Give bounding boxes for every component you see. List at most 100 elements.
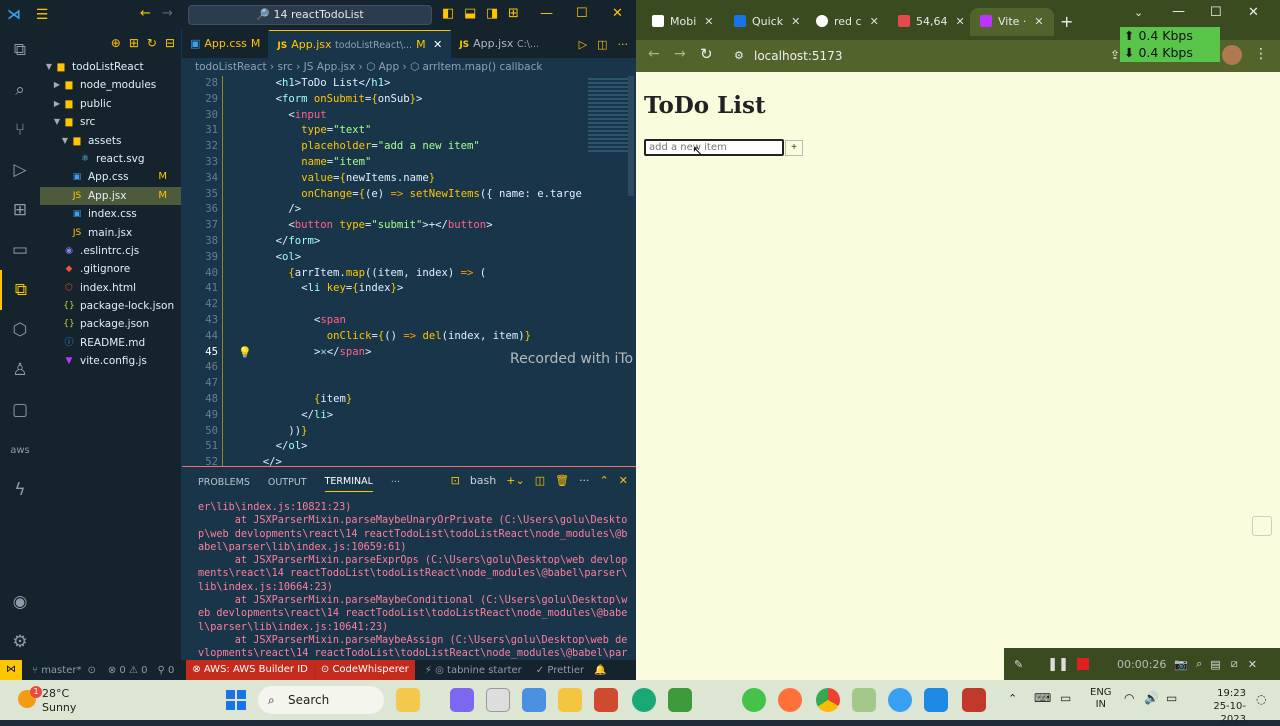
aws-icon[interactable]: aws [0,430,40,470]
add-item-button[interactable]: + [785,140,803,156]
file-explorer-taskbar-icon[interactable] [486,688,510,712]
zoom-icon[interactable]: ⌕ [1196,657,1202,671]
tab-problems[interactable]: PROBLEMS [198,477,250,488]
run-debug-icon[interactable]: ▷ [0,150,40,190]
code-line[interactable]: <li key={index}> [301,282,403,294]
split-editor-icon[interactable]: ◫ [597,38,607,51]
tree-item[interactable]: ◆ .gitignore [40,260,181,278]
recorder-taskbar-icon[interactable] [962,688,986,712]
wifi-icon[interactable]: ◠ [1124,691,1134,705]
widgets-icon[interactable] [396,688,420,712]
active-extension-icon[interactable]: ⧉ [0,270,40,310]
todo-input[interactable] [644,139,784,156]
code-line[interactable]: <span [314,314,346,326]
copilot-icon[interactable] [522,688,546,712]
code-line[interactable]: {item} [314,393,352,405]
tab-search-icon[interactable]: ⌄ [1134,6,1143,19]
tree-item[interactable]: ▼ ▆ src [40,113,181,131]
browser-tab[interactable]: 54,64 ✕ [888,8,968,36]
back-icon[interactable]: ← [648,46,660,62]
branch-status[interactable]: ⑂ master* [32,665,81,676]
code-line[interactable]: <form onSubmit={onSub}> [276,93,423,105]
account-icon[interactable]: ◉ [0,582,40,622]
weather-widget[interactable]: 1 28°C Sunny [14,686,124,716]
code-line[interactable]: value={newItems.name} [301,172,435,184]
problems-status[interactable]: ⊗ 0 ⚠ 0 [108,665,148,676]
forward-icon[interactable]: → [162,6,173,21]
tree-item[interactable]: ▣ index.css [40,205,181,223]
panel-more-icon[interactable]: ··· [391,477,400,488]
maximize-icon[interactable]: ☐ [1210,5,1222,20]
pen-icon[interactable]: ✎ [1014,658,1023,671]
tab-close-icon[interactable]: ✕ [791,15,800,28]
collapse-icon[interactable]: ⊟ [165,36,175,58]
forward-icon[interactable]: → [674,46,686,62]
profile-avatar[interactable] [1222,45,1242,65]
code-line[interactable]: <ol> [276,251,302,263]
browser-tab-active[interactable]: Vite · ✕ [970,8,1054,36]
toggle-panel-icon[interactable]: ⬓ [464,6,476,21]
close-icon[interactable]: ✕ [1248,5,1259,20]
tree-item[interactable]: JS App.jsx M [40,186,181,206]
tab-app-css[interactable]: ▣ App.css M [182,30,270,58]
stop-icon[interactable] [1077,658,1090,670]
tree-root[interactable]: ▼ ▆ todoListReact [40,58,181,76]
notepad-icon[interactable] [852,688,876,712]
taskbar-search[interactable]: ⌕ Search [258,686,384,714]
minimize-icon[interactable]: — [540,6,553,21]
run-icon[interactable]: ▷ [579,38,587,51]
caption-icon[interactable]: ▤ [1210,658,1220,671]
code-line[interactable]: onChange={(e) => setNewItems({ name: e.t… [301,188,582,200]
tree-item[interactable]: JS main.jsx [40,224,181,242]
code-line[interactable]: name="item" [301,156,371,168]
menu-icon[interactable]: ☰ [28,7,56,23]
chrome-dev-icon[interactable] [888,688,912,712]
remote-explorer-icon[interactable]: ▭ [0,230,40,270]
new-folder-icon[interactable]: ⊞ [129,36,139,58]
tree-item[interactable]: ▶ ▆ node_modules [40,76,181,94]
office-icon[interactable] [594,688,618,712]
new-file-icon[interactable]: ⊕ [111,36,121,58]
chat-icon[interactable]: ▢ [0,390,40,430]
tree-item[interactable]: ⓘ README.md [40,334,181,352]
refresh-icon[interactable]: ↻ [147,36,157,58]
source-control-icon[interactable]: ⑂ [0,110,40,150]
browser-tab[interactable]: Quick ✕ [724,8,804,36]
extensions-icon[interactable]: ⊞ [0,190,40,230]
ports-status[interactable]: ⚲ 0 [157,665,174,676]
trash-icon[interactable]: 🗑 [555,474,569,487]
start-icon[interactable] [226,690,246,710]
tab-app-jsx-other[interactable]: JS App.jsx C:\... [451,30,548,58]
language-indicator[interactable]: ENG IN [1090,687,1112,711]
tree-item[interactable]: {} package.json [40,315,181,333]
code-line[interactable]: placeholder="add a new item" [301,140,480,152]
split-terminal-icon[interactable]: ◫ [535,474,545,487]
edge-icon[interactable] [632,688,656,712]
code-line[interactable]: </li> [301,409,333,421]
lightning-icon[interactable]: ϟ [0,470,40,510]
browser-tab[interactable]: red c ✕ [806,8,886,36]
tab-app-jsx-active[interactable]: JS App.jsx todoListReact\... M ✕ [269,30,452,58]
codewhisperer-status[interactable]: ⊙ CodeWhisperer [313,660,415,680]
browser-tab[interactable]: Mobi ✕ [642,8,722,36]
code-line[interactable]: </form> [276,235,321,247]
toggle-sidebar-icon[interactable]: ◧ [442,6,454,21]
close-panel-icon[interactable]: ✕ [619,474,628,487]
node-icon[interactable] [668,688,692,712]
maximize-icon[interactable]: ☐ [576,6,588,21]
code-line[interactable]: /> [288,203,301,215]
pause-icon[interactable]: ❚❚ [1047,657,1069,672]
new-terminal-icon[interactable]: +⌄ [506,474,524,487]
url-input[interactable]: ⚙ localhost:5173 [728,44,1108,68]
firefox-icon[interactable] [778,688,802,712]
tree-item[interactable]: ⬡ index.html [40,279,181,297]
code-line[interactable]: <button type="submit">+</button> [288,219,492,231]
customize-layout-icon[interactable]: ⊞ [508,6,519,21]
maximize-panel-icon[interactable]: ⌃ [600,474,609,487]
tab-close-icon[interactable]: ✕ [704,15,713,28]
minimize-icon[interactable]: — [1172,4,1185,19]
code-editor[interactable]: 28 <h1>ToDo List</h1> 29 <form onSubmit={on… [182,76,636,468]
reload-icon[interactable]: ↻ [700,45,713,63]
docker-icon[interactable]: ⬡ [0,310,40,350]
tree-item[interactable]: {} package-lock.json [40,297,181,315]
